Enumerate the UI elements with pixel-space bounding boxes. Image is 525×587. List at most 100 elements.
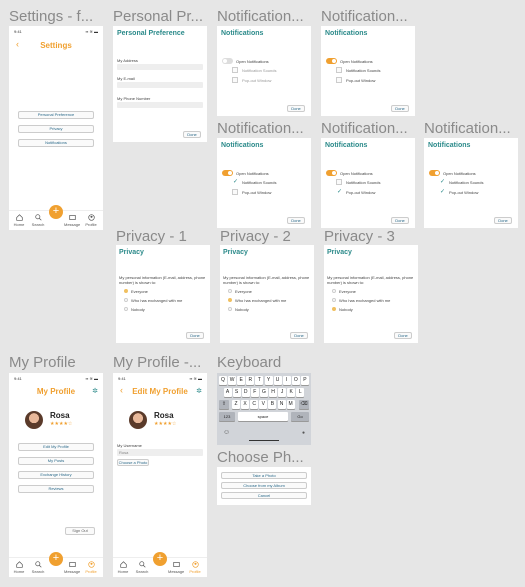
- popout-window-checkbox[interactable]: [336, 77, 342, 83]
- key-z[interactable]: Z: [232, 400, 240, 409]
- numbers-key[interactable]: 123: [219, 412, 235, 421]
- radio-everyone[interactable]: [124, 289, 128, 293]
- notification-sounds-checkbox[interactable]: ✓: [232, 179, 238, 185]
- key-k[interactable]: K: [287, 388, 296, 397]
- popout-window-checkbox[interactable]: ✓: [336, 189, 342, 195]
- tab-profile[interactable]: Profile: [83, 561, 99, 574]
- key-j[interactable]: J: [278, 388, 287, 397]
- tab-profile[interactable]: Profile: [83, 214, 99, 227]
- key-i[interactable]: I: [282, 376, 291, 385]
- key-l[interactable]: L: [296, 388, 305, 397]
- reviews-button[interactable]: Reviews: [18, 485, 94, 493]
- done-button[interactable]: Done: [186, 332, 204, 339]
- settings-item-personal[interactable]: Personal Preference: [18, 111, 94, 119]
- notification-sounds-checkbox[interactable]: ✓: [439, 179, 445, 185]
- open-notifications-toggle[interactable]: [326, 58, 337, 64]
- avatar[interactable]: [129, 411, 147, 429]
- cancel-button[interactable]: Cancel: [221, 492, 307, 499]
- key-b[interactable]: B: [268, 400, 277, 409]
- choose-photo-button[interactable]: Choose a Photo: [117, 459, 149, 466]
- key-f[interactable]: F: [250, 388, 259, 397]
- key-u[interactable]: U: [273, 376, 282, 385]
- done-button[interactable]: Done: [290, 332, 308, 339]
- done-button[interactable]: Done: [391, 105, 409, 112]
- radio-exchanged[interactable]: [124, 298, 128, 302]
- key-c[interactable]: C: [250, 400, 259, 409]
- space-key[interactable]: space: [238, 412, 288, 421]
- radio-exchanged[interactable]: [228, 298, 232, 302]
- notification-sounds-checkbox[interactable]: [336, 67, 342, 73]
- edit-profile-button[interactable]: Edit My Profile: [18, 443, 94, 451]
- done-button[interactable]: Done: [287, 105, 305, 112]
- my-posts-button[interactable]: My Posts: [18, 457, 94, 465]
- notification-sounds-checkbox[interactable]: [232, 67, 238, 73]
- key-d[interactable]: D: [241, 388, 250, 397]
- phone-input[interactable]: [117, 102, 203, 108]
- key-g[interactable]: G: [259, 388, 268, 397]
- key-m[interactable]: M: [286, 400, 295, 409]
- backspace-key[interactable]: ⌫: [299, 400, 309, 409]
- key-a[interactable]: A: [223, 388, 232, 397]
- tab-message[interactable]: Message: [64, 214, 80, 227]
- radio-nobody[interactable]: [332, 307, 336, 311]
- go-key[interactable]: Go: [291, 412, 309, 421]
- popout-window-checkbox[interactable]: [232, 189, 238, 195]
- done-button[interactable]: Done: [494, 217, 512, 224]
- emoji-icon[interactable]: ☺: [223, 429, 230, 436]
- open-notifications-toggle[interactable]: [429, 170, 440, 176]
- key-r[interactable]: R: [246, 376, 255, 385]
- tab-message[interactable]: Message: [64, 561, 80, 574]
- exchange-history-button[interactable]: Exchange History: [18, 471, 94, 479]
- done-button[interactable]: Done: [183, 131, 201, 138]
- tab-message[interactable]: Message: [168, 561, 184, 574]
- username-input[interactable]: Rosa: [117, 449, 203, 456]
- gear-icon[interactable]: ✲: [92, 387, 98, 395]
- email-input[interactable]: [117, 82, 203, 88]
- radio-nobody[interactable]: [228, 307, 232, 311]
- key-h[interactable]: H: [269, 388, 277, 397]
- add-post-button[interactable]: +: [49, 552, 63, 566]
- address-input[interactable]: [117, 64, 203, 70]
- add-post-button[interactable]: +: [153, 552, 167, 566]
- open-notifications-toggle[interactable]: [326, 170, 337, 176]
- key-v[interactable]: V: [259, 400, 268, 409]
- done-button[interactable]: Done: [391, 217, 409, 224]
- popout-window-checkbox[interactable]: ✓: [439, 189, 445, 195]
- key-p[interactable]: P: [300, 376, 309, 385]
- key-s[interactable]: S: [232, 388, 241, 397]
- tab-search[interactable]: Search: [30, 214, 46, 227]
- radio-everyone[interactable]: [228, 289, 232, 293]
- key-n[interactable]: N: [277, 400, 286, 409]
- microphone-icon[interactable]: ●: [302, 430, 305, 436]
- key-w[interactable]: W: [228, 376, 237, 385]
- gear-icon[interactable]: ✲: [196, 387, 202, 395]
- open-notifications-toggle[interactable]: [222, 58, 233, 64]
- key-x[interactable]: X: [241, 400, 250, 409]
- popout-window-checkbox[interactable]: [232, 77, 238, 83]
- tab-profile[interactable]: Profile: [187, 561, 203, 574]
- tab-home[interactable]: Home: [11, 214, 27, 227]
- done-button[interactable]: Done: [394, 332, 412, 339]
- take-photo-button[interactable]: Take a Photo: [221, 472, 307, 479]
- tab-search[interactable]: Search: [30, 561, 46, 574]
- tab-search[interactable]: Search: [134, 561, 150, 574]
- key-q[interactable]: Q: [219, 376, 227, 385]
- settings-item-privacy[interactable]: Privacy: [18, 125, 94, 133]
- radio-nobody[interactable]: [124, 307, 128, 311]
- tab-home[interactable]: Home: [11, 561, 27, 574]
- key-t[interactable]: T: [255, 376, 264, 385]
- key-e[interactable]: E: [237, 376, 246, 385]
- key-y[interactable]: Y: [264, 376, 273, 385]
- notification-sounds-checkbox[interactable]: [336, 179, 342, 185]
- add-post-button[interactable]: +: [49, 205, 63, 219]
- sign-out-button[interactable]: Sign Out: [65, 527, 95, 535]
- shift-key[interactable]: ⇧: [219, 400, 229, 409]
- open-notifications-toggle[interactable]: [222, 170, 233, 176]
- radio-everyone[interactable]: [332, 289, 336, 293]
- key-o[interactable]: O: [291, 376, 300, 385]
- tab-home[interactable]: Home: [115, 561, 131, 574]
- settings-item-notifications[interactable]: Notifications: [18, 139, 94, 147]
- choose-from-album-button[interactable]: Choose from my Album: [221, 482, 307, 489]
- done-button[interactable]: Done: [287, 217, 305, 224]
- radio-exchanged[interactable]: [332, 298, 336, 302]
